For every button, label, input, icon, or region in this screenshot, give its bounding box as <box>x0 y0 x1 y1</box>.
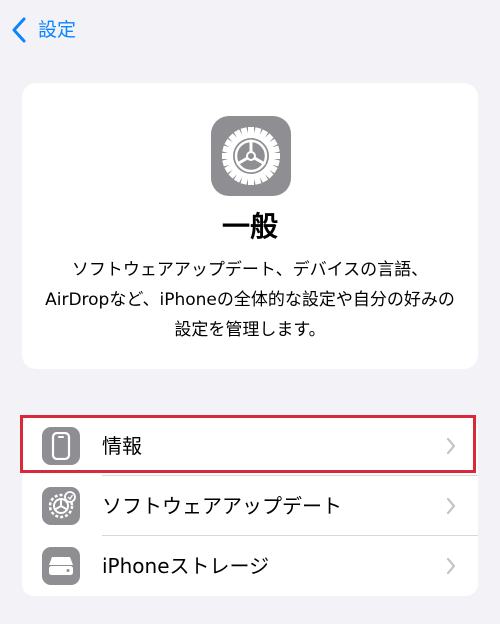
storage-icon <box>42 547 80 585</box>
list-item-label: 情報 <box>102 434 142 458</box>
gear-update-icon <box>42 487 80 525</box>
general-header-card: 一般 ソフトウェアアップデート、デバイスの言語、AirDropなど、iPhone… <box>22 83 478 369</box>
chevron-left-icon <box>12 17 26 43</box>
list-item-software-update[interactable]: ソフトウェアアップデート <box>22 476 478 536</box>
iphone-icon <box>42 427 80 465</box>
gear-icon <box>211 116 291 196</box>
page-description: ソフトウェアアップデート、デバイスの言語、AirDropなど、iPhoneの全体… <box>45 260 455 340</box>
list-item-iphone-storage[interactable]: iPhoneストレージ <box>22 536 478 596</box>
chevron-right-icon <box>446 557 456 575</box>
list-item-label: ソフトウェアアップデート <box>102 494 342 518</box>
page-title: 一般 <box>221 210 278 243</box>
back-button[interactable]: 設定 <box>10 14 76 46</box>
navigation-bar: 設定 <box>0 0 500 60</box>
settings-list: 情報 ソフトウェアアップデート iPhoneストレージ <box>22 416 478 596</box>
chevron-right-icon <box>446 497 456 515</box>
back-label: 設定 <box>38 19 77 41</box>
chevron-right-icon <box>446 437 456 455</box>
list-item-label: iPhoneストレージ <box>102 554 270 578</box>
list-item-about[interactable]: 情報 <box>22 416 478 476</box>
